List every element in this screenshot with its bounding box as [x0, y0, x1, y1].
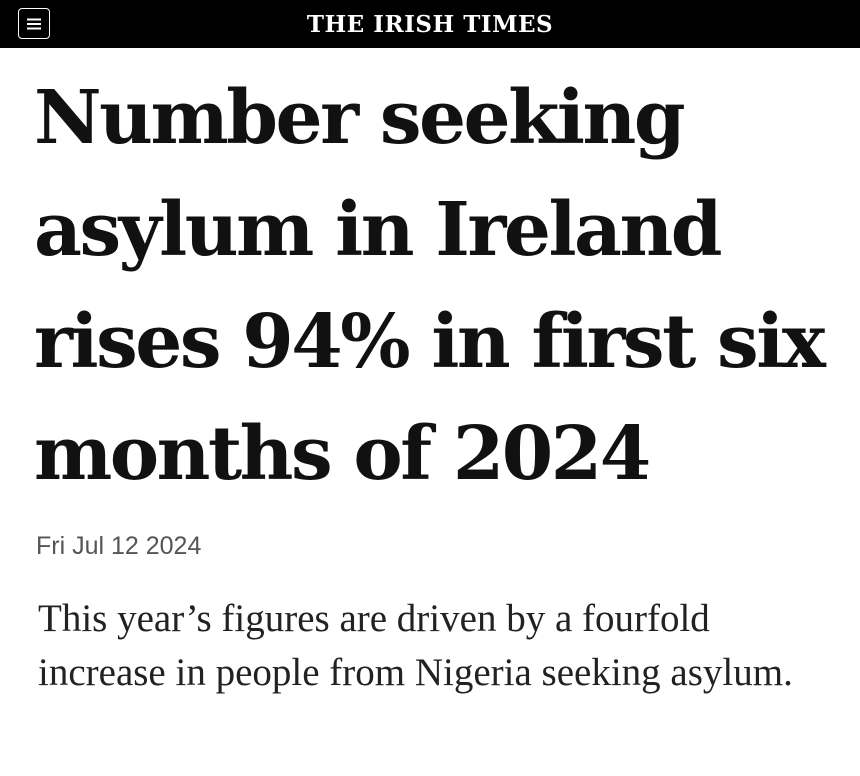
menu-button[interactable] — [18, 8, 50, 39]
article-standfirst: This year’s figures are driven by a four… — [38, 597, 793, 694]
masthead-text: THE IRISH TIMES — [306, 10, 554, 38]
masthead-logo[interactable]: THE IRISH TIMES — [0, 0, 860, 48]
hamburger-menu-icon — [27, 18, 41, 29]
article-date: Fri Jul 12 2024 — [36, 532, 202, 560]
article-headline: Number seeking asylum in Ireland rises 9… — [34, 75, 826, 497]
top-navigation-bar: THE IRISH TIMES — [0, 0, 860, 48]
